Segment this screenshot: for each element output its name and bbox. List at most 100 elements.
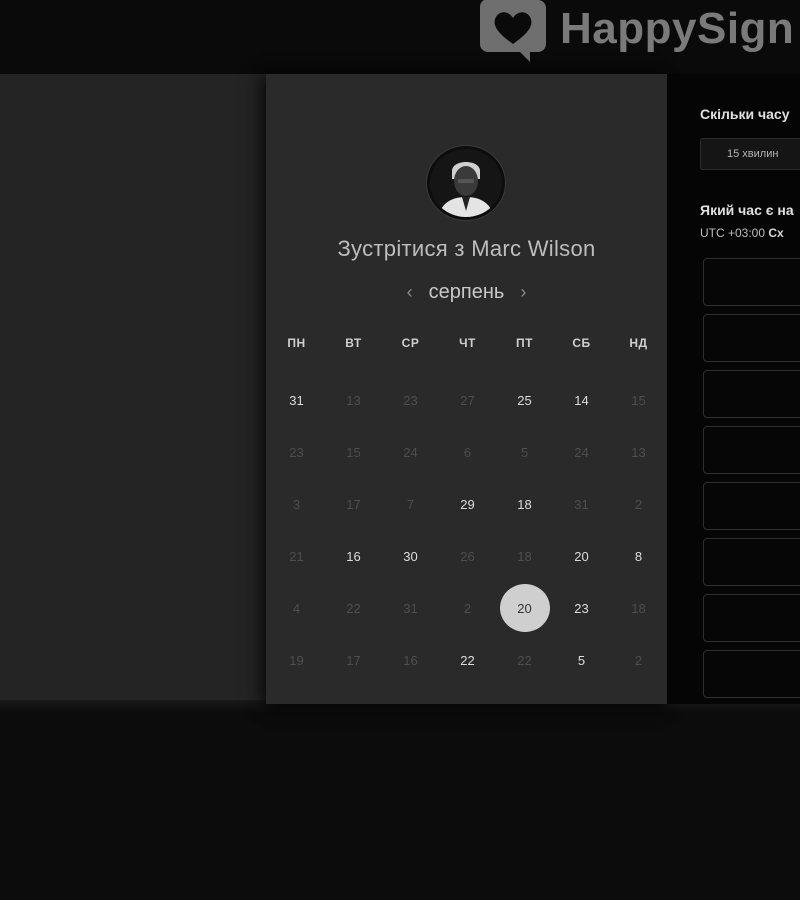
- calendar-day[interactable]: 23: [553, 582, 610, 634]
- calendar-day-label: 22: [346, 600, 361, 616]
- calendar-day: 24: [553, 426, 610, 478]
- calendar-day: 17: [325, 634, 382, 686]
- calendar-day-label: 23: [289, 444, 304, 460]
- timezone-offset: UTC +03:00: [700, 226, 766, 240]
- calendar-day-label: 2: [634, 652, 643, 668]
- chevron-right-icon[interactable]: ›: [510, 282, 536, 303]
- calendar-day[interactable]: 31: [268, 374, 325, 426]
- weekday-header: ПН ВТ СР ЧТ ПТ СБ НД: [268, 336, 666, 350]
- weekday-fri: ПТ: [516, 336, 533, 350]
- calendar-day-label: 31: [403, 600, 418, 616]
- calendar-day-label: 2: [463, 600, 472, 616]
- timezone-label[interactable]: UTC +03:00 Сх: [700, 226, 784, 240]
- calendar-day-label: 24: [403, 444, 418, 460]
- calendar-day: 17: [325, 478, 382, 530]
- calendar-day: 15: [610, 374, 667, 426]
- duration-selector[interactable]: 15 хвилин: [700, 138, 800, 170]
- calendar-day: 16: [382, 634, 439, 686]
- calendar-day-label: 22: [517, 652, 532, 668]
- meeting-title: Зустрітися з Marc Wilson: [266, 236, 667, 262]
- calendar-panel: Зустрітися з Marc Wilson ‹ серпень › ПН …: [266, 74, 667, 704]
- calendar-day-label: 21: [289, 548, 304, 564]
- time-slot-list: [703, 258, 800, 704]
- calendar-day-label: 7: [406, 496, 415, 512]
- calendar-day[interactable]: 29: [439, 478, 496, 530]
- calendar-day: 2: [610, 478, 667, 530]
- calendar-day-label: 5: [520, 444, 529, 460]
- calendar-day[interactable]: 25: [496, 374, 553, 426]
- calendar-day-label: 31: [574, 496, 589, 512]
- time-question: Який час є на: [700, 202, 794, 218]
- calendar-day-label: 23: [574, 600, 589, 616]
- calendar-day: 23: [382, 374, 439, 426]
- calendar-day-label: 14: [574, 392, 589, 408]
- heart-chat-logo-icon: [479, 0, 546, 62]
- calendar-day: 19: [268, 634, 325, 686]
- calendar-day: 7: [382, 478, 439, 530]
- calendar-day-label: 18: [517, 496, 532, 512]
- calendar-day-label: 6: [463, 444, 472, 460]
- calendar-day-label: 31: [289, 392, 304, 408]
- weekday-sun: НД: [629, 336, 648, 350]
- calendar-day[interactable]: 14: [553, 374, 610, 426]
- calendar-day-label: 17: [346, 496, 361, 512]
- calendar-day: 26: [439, 530, 496, 582]
- calendar-day: 22: [496, 634, 553, 686]
- host-portrait-icon: [430, 149, 502, 217]
- calendar-day[interactable]: 16: [325, 530, 382, 582]
- time-slot-button[interactable]: [703, 538, 800, 586]
- weekday-tue: ВТ: [345, 336, 362, 350]
- calendar-day: 18: [496, 530, 553, 582]
- calendar-day: 13: [325, 374, 382, 426]
- brand-logo[interactable]: HappySign: [476, 0, 794, 64]
- weekday-sat: СБ: [572, 336, 591, 350]
- calendar-day-label: 26: [460, 548, 475, 564]
- calendar-day-label: 22: [460, 652, 475, 668]
- calendar-day-label: 16: [403, 652, 418, 668]
- calendar-day: 5: [496, 426, 553, 478]
- calendar-day-label: 2: [634, 496, 643, 512]
- chevron-left-icon[interactable]: ‹: [397, 282, 423, 303]
- calendar-day: 24: [382, 426, 439, 478]
- time-slot-button[interactable]: [703, 650, 800, 698]
- weekday-thu: ЧТ: [459, 336, 476, 350]
- calendar-day[interactable]: 5: [553, 634, 610, 686]
- time-slot-button[interactable]: [703, 482, 800, 530]
- time-slot-button[interactable]: [703, 594, 800, 642]
- calendar-day-label: 16: [346, 548, 361, 564]
- calendar-day: 6: [439, 426, 496, 478]
- calendar-day: 4: [268, 582, 325, 634]
- calendar-day[interactable]: 20: [553, 530, 610, 582]
- calendar-day-label: 23: [403, 392, 418, 408]
- calendar-day-label: 17: [346, 652, 361, 668]
- calendar-day: 3: [268, 478, 325, 530]
- calendar-day[interactable]: 30: [382, 530, 439, 582]
- calendar-day: 23: [268, 426, 325, 478]
- calendar-day-label: 3: [292, 496, 301, 512]
- calendar-day[interactable]: 18: [496, 478, 553, 530]
- calendar-day-selected[interactable]: 20: [496, 582, 553, 634]
- meeting-title-prefix: Зустрітися з: [337, 236, 465, 261]
- month-label: серпень: [428, 281, 505, 303]
- calendar-day: 2: [439, 582, 496, 634]
- timezone-name: Сх: [768, 226, 784, 240]
- calendar-day-label: 18: [517, 548, 532, 564]
- time-slot-button[interactable]: [703, 258, 800, 306]
- calendar-day[interactable]: 8: [610, 530, 667, 582]
- time-slot-button[interactable]: [703, 314, 800, 362]
- calendar-day-label: 13: [631, 444, 646, 460]
- month-navigation: ‹ серпень ›: [266, 281, 667, 304]
- calendar-day-label: 13: [346, 392, 361, 408]
- calendar-day: 27: [439, 374, 496, 426]
- calendar-day: 18: [610, 582, 667, 634]
- calendar-day-label: 4: [292, 600, 301, 616]
- time-slot-button[interactable]: [703, 370, 800, 418]
- time-slot-button[interactable]: [703, 426, 800, 474]
- calendar-day-label: 19: [289, 652, 304, 668]
- calendar-day-label: 20: [499, 584, 550, 632]
- duration-question: Скільки часу: [700, 106, 790, 122]
- calendar-day: 31: [553, 478, 610, 530]
- calendar-day: 31: [382, 582, 439, 634]
- calendar-day[interactable]: 22: [439, 634, 496, 686]
- calendar-days: 31 13 23 27 25 14 15 23 15 24 6 5 24 13 3 17 7 29 18 31 2 21 1…: [268, 374, 666, 686]
